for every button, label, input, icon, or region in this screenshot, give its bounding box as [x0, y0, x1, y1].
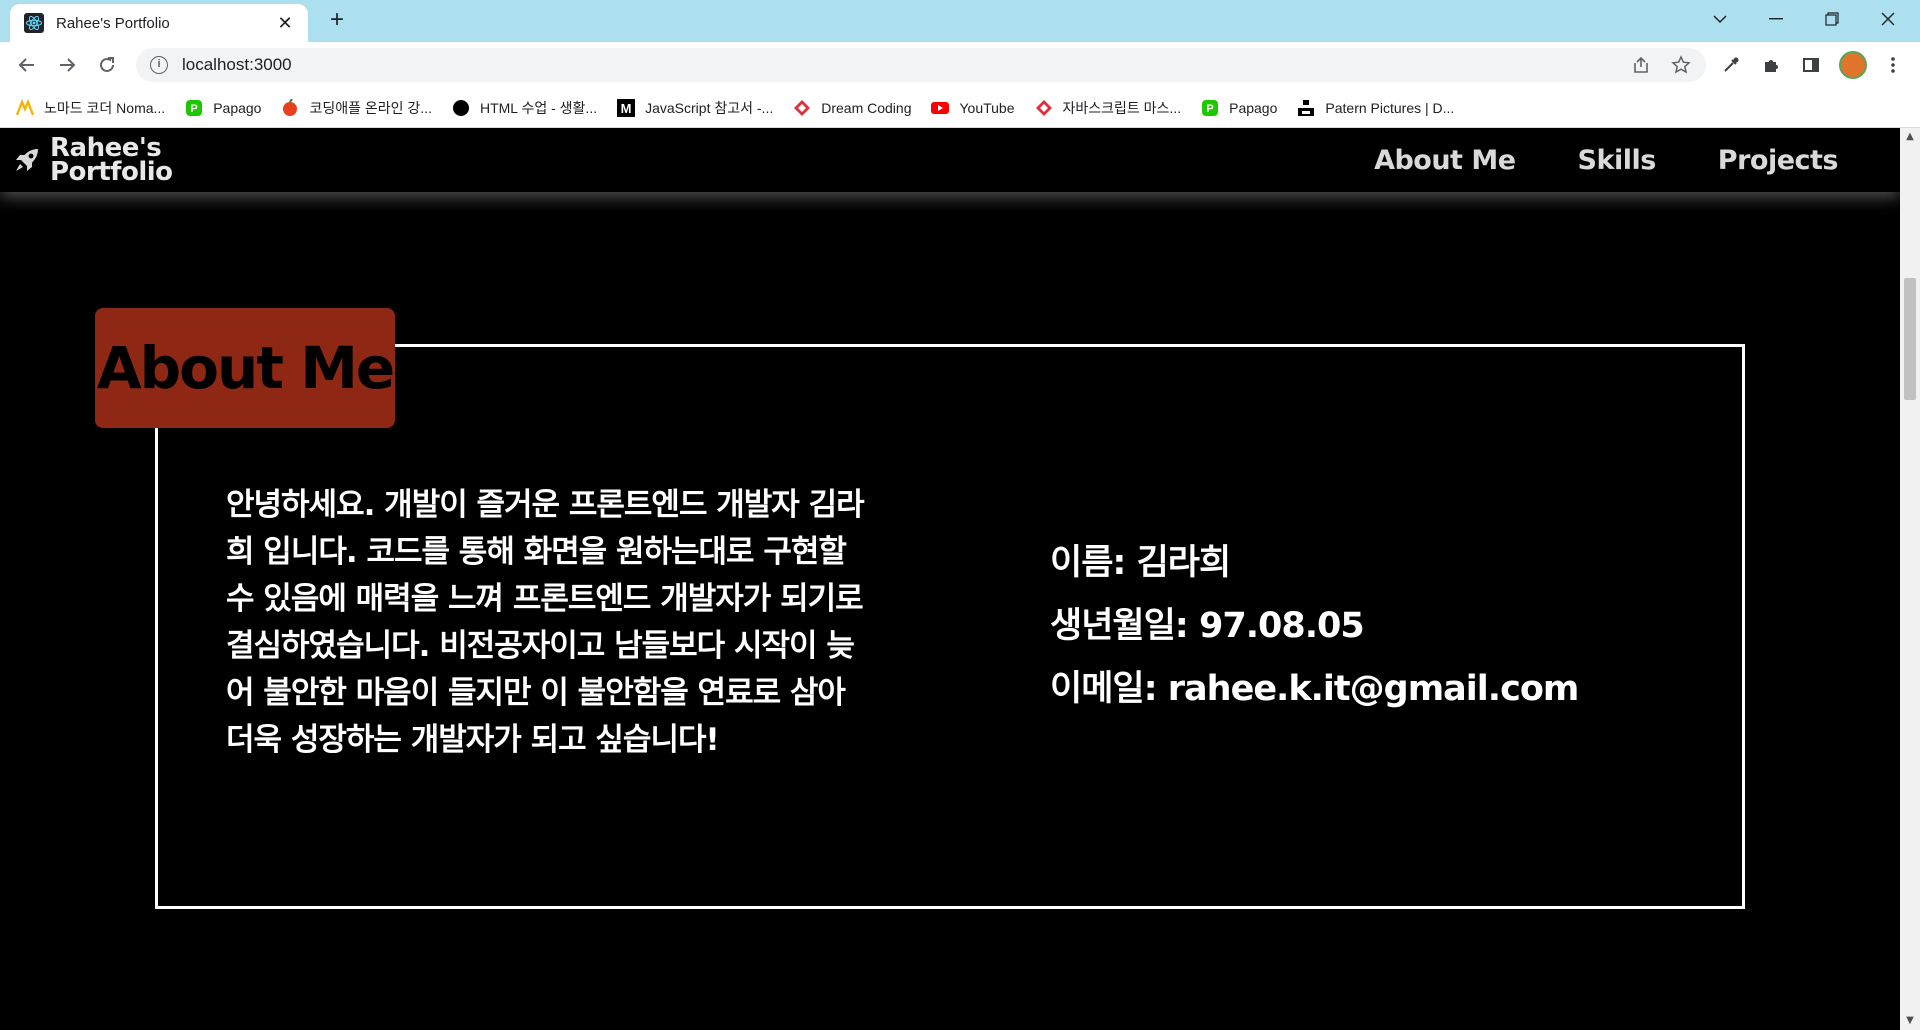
nomad-coder-icon — [15, 98, 35, 117]
bookmark-item[interactable]: 자바스크립트 마스... — [1035, 98, 1182, 118]
page-scrollbar[interactable]: ▲ ▼ — [1900, 128, 1920, 1030]
intro-line: 결심하였습니다. 비전공자이고 남들보다 시작이 늦 — [226, 628, 855, 664]
rocket-icon — [16, 149, 38, 171]
side-panel-icon[interactable] — [1796, 50, 1826, 80]
dream-coding-icon — [793, 99, 811, 117]
react-icon — [24, 13, 44, 33]
extensions-puzzle-icon[interactable] — [1756, 50, 1786, 80]
bookmark-item[interactable]: 코딩애플 온라인 강... — [281, 97, 432, 118]
intro-line: 희 입니다. 코드를 통해 화면을 원하는대로 구현할 — [226, 534, 847, 570]
bookmark-item[interactable]: 노마드 코더 Noma... — [15, 98, 166, 118]
menu-item-about-me[interactable]: About Me — [1374, 145, 1516, 176]
bookmark-star-icon[interactable] — [1666, 50, 1696, 80]
bookmark-label: 노마드 코더 Noma... — [44, 99, 166, 116]
site-header: Rahee's Portfolio About Me Skills Projec… — [0, 128, 1900, 192]
intro-paragraph: 안녕하세요. 개발이 즐거운 프론트엔드 개발자 김라 희 입니다. 코드를 통… — [226, 482, 946, 764]
site-logo[interactable]: Rahee's Portfolio — [12, 135, 173, 187]
about-heading-tag: About Me — [95, 308, 395, 428]
bookmark-label: Patern Pictures | D... — [1325, 99, 1455, 116]
close-window-button[interactable] — [1860, 0, 1916, 38]
profile-avatar[interactable] — [1839, 51, 1867, 79]
tab-search-chevron-icon[interactable] — [1692, 0, 1748, 38]
bookmark-label: JavaScript 참고서 -... — [645, 99, 774, 116]
pattern-icon — [1297, 99, 1315, 117]
bookmark-item[interactable]: HTML 수업 - 생활... — [452, 98, 597, 118]
browser-tab[interactable]: Rahee's Portfolio ✕ — [10, 4, 308, 42]
bookmark-label: 코딩애플 온라인 강... — [309, 99, 432, 116]
site-info-icon[interactable]: i — [150, 56, 168, 74]
info-birth: 생년월일: 97.08.05 — [1050, 606, 1365, 646]
menu-item-skills[interactable]: Skills — [1578, 145, 1657, 176]
restore-button[interactable] — [1804, 0, 1860, 38]
bookmarks-bar: 노마드 코더 Noma... P Papago 코딩애플 온라인 강... HTML 수… — [0, 88, 1920, 128]
personal-info-list: 이름: 김라희 생년월일: 97.08.05 이메일: rahee.k.it@g… — [1050, 532, 1579, 721]
more-menu-icon[interactable] — [1878, 50, 1908, 80]
scroll-down-arrow-icon[interactable]: ▼ — [1900, 1012, 1920, 1030]
papago-icon: P — [185, 99, 203, 117]
intro-line: 어 불안한 마음이 들지만 이 불안함을 연료로 삼아 — [226, 675, 846, 711]
bookmark-label: 자바스크립트 마스... — [1062, 99, 1182, 116]
bookmark-item[interactable]: P Papago — [185, 99, 261, 117]
forward-button[interactable] — [50, 48, 84, 82]
about-heading: About Me — [96, 334, 396, 402]
apple-icon — [281, 97, 299, 117]
eyedropper-icon[interactable] — [1716, 50, 1746, 80]
svg-text:P: P — [191, 103, 198, 115]
menu-item-projects[interactable]: Projects — [1718, 145, 1839, 176]
back-arrow-icon — [18, 58, 34, 72]
new-tab-button[interactable]: + — [324, 8, 350, 34]
bookmark-item[interactable]: Patern Pictures | D... — [1297, 99, 1454, 117]
m-logo-icon: M — [617, 98, 636, 117]
share-icon[interactable] — [1626, 50, 1656, 80]
scrollbar-thumb[interactable] — [1904, 278, 1916, 400]
reload-button[interactable] — [90, 48, 124, 82]
info-name: 이름: 김라희 — [1050, 543, 1231, 583]
forward-arrow-icon — [60, 58, 76, 72]
circle-icon — [452, 99, 470, 117]
logo-text: Rahee's Portfolio — [50, 135, 173, 187]
browser-tab-strip: Rahee's Portfolio ✕ + — [0, 0, 1920, 42]
intro-line: 더욱 성장하는 개발자가 되고 싶습니다! — [226, 722, 720, 758]
bookmark-item[interactable]: Dream Coding — [793, 99, 911, 117]
bookmark-item[interactable]: P Papago — [1201, 99, 1277, 117]
youtube-icon — [931, 99, 950, 117]
reload-icon — [100, 57, 114, 72]
back-button[interactable] — [10, 48, 44, 82]
bookmark-item[interactable]: M JavaScript 참고서 -... — [617, 98, 773, 118]
tab-title: Rahee's Portfolio — [56, 14, 170, 32]
url-text: localhost:3000 — [182, 55, 292, 74]
papago-icon: P — [1201, 99, 1219, 117]
bookmark-label: Papago — [1229, 99, 1278, 116]
bookmark-label: YouTube — [959, 99, 1015, 116]
bookmark-label: Papago — [213, 99, 262, 116]
browser-toolbar: i localhost:3000 — [0, 42, 1920, 88]
intro-line: 안녕하세요. 개발이 즐거운 프론트엔드 개발자 김라 — [226, 487, 865, 523]
site-menu: About Me Skills Projects — [1374, 128, 1900, 192]
logo-line-2: Portfolio — [50, 157, 173, 187]
svg-text:M: M — [621, 101, 632, 116]
bookmark-item[interactable]: YouTube — [931, 99, 1015, 117]
intro-line: 수 있음에 매력을 느껴 프론트엔드 개발자가 되기로 — [226, 581, 864, 617]
bookmark-label: HTML 수업 - 생활... — [479, 99, 598, 116]
address-bar[interactable]: i localhost:3000 — [136, 48, 1706, 82]
page-viewport: Rahee's Portfolio About Me Skills Projec… — [0, 128, 1900, 1030]
dream-coding-icon — [1035, 99, 1053, 117]
minimize-button[interactable] — [1748, 0, 1804, 38]
info-email: 이메일: rahee.k.it@gmail.com — [1050, 669, 1579, 709]
scroll-up-arrow-icon[interactable]: ▲ — [1900, 128, 1920, 146]
bookmark-label: Dream Coding — [821, 99, 912, 116]
close-tab-icon[interactable]: ✕ — [274, 13, 296, 34]
svg-text:P: P — [1206, 103, 1213, 115]
